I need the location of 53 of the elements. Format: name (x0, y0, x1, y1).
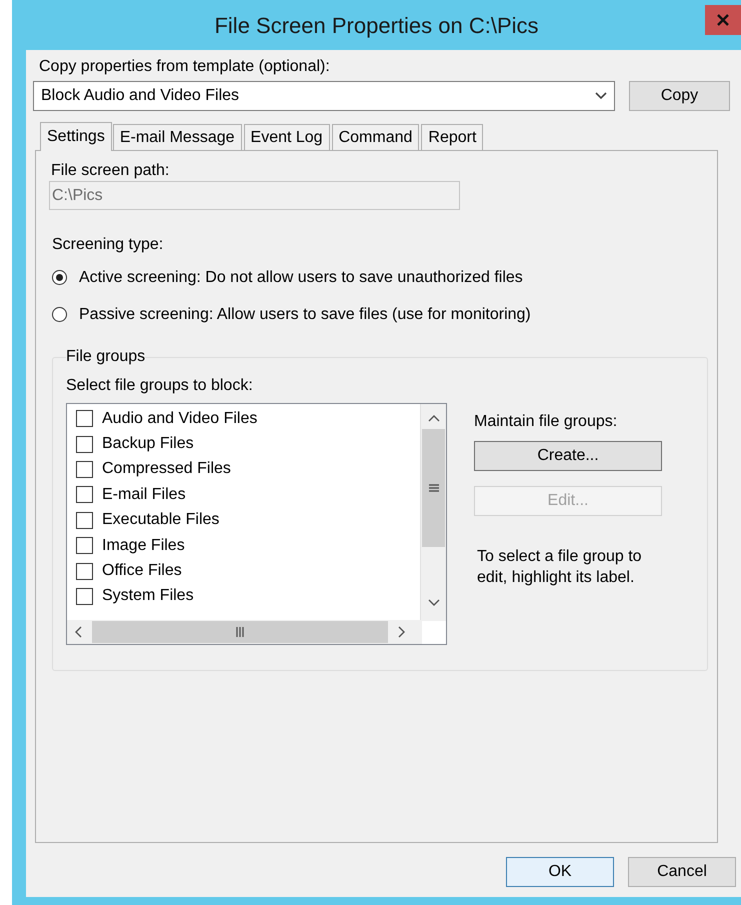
checkbox[interactable] (76, 436, 93, 453)
checkbox[interactable] (76, 410, 93, 428)
close-icon (717, 14, 729, 26)
path-label: File screen path: (51, 161, 170, 181)
scroll-left-icon[interactable] (75, 626, 82, 638)
group-button[interactable]: Create... (474, 441, 662, 471)
list-item-label[interactable]: Executable Files (102, 508, 220, 532)
checkbox[interactable] (76, 460, 93, 478)
tab[interactable]: Report (421, 124, 484, 150)
list-item-label[interactable]: Audio and Video Files (102, 406, 258, 431)
dialog-button[interactable]: Cancel (628, 857, 736, 887)
list-item-label[interactable]: Office Files (102, 559, 182, 584)
checkbox[interactable] (76, 512, 93, 529)
radio-label: Passive screening: Allow users to save files (use for monitoring) (79, 304, 531, 324)
grip-icon (428, 484, 438, 492)
chevron-down-icon (595, 92, 607, 100)
path-field: C:\Pics (49, 181, 460, 210)
list-label: Select file groups to block: (66, 376, 253, 396)
hint-text: To select a file group to edit, highlight its label. (477, 547, 643, 588)
copy-button[interactable]: Copy (629, 81, 730, 111)
radio-label: Active screening: Do not allow users to save unauthorized files (79, 268, 523, 288)
tab[interactable]: E-mail Message (112, 124, 242, 150)
template-dropdown[interactable]: Block Audio and Video Files (33, 81, 615, 111)
screening-label: Screening type: (52, 235, 164, 255)
tab[interactable]: Event Log (244, 124, 330, 150)
list-item-label[interactable]: E-mail Files (102, 482, 186, 507)
scroll-thumb[interactable] (422, 429, 445, 547)
scroll-thumb[interactable] (92, 621, 388, 643)
maintain-label: Maintain file groups: (474, 412, 618, 432)
dialog-button[interactable]: OK (506, 857, 614, 887)
list-item-label[interactable]: System Files (102, 584, 194, 608)
window-title: File Screen Properties on C:\Pics (214, 12, 539, 40)
scroll-right-icon[interactable] (398, 626, 405, 638)
close-button[interactable] (705, 5, 741, 35)
horizontal-scrollbar[interactable] (67, 620, 422, 644)
list-item-label[interactable]: Compressed Files (102, 457, 231, 482)
radio-button[interactable] (52, 307, 67, 322)
radio-button[interactable] (52, 270, 67, 285)
tab[interactable]: Command (332, 124, 420, 150)
list-item-label[interactable]: Image Files (102, 534, 185, 558)
scroll-down-icon[interactable] (428, 599, 440, 606)
checkbox[interactable] (76, 562, 93, 580)
checkbox[interactable] (76, 588, 93, 605)
dropdown-value: Block Audio and Video Files (41, 86, 240, 106)
checkbox[interactable] (76, 537, 93, 554)
vertical-scrollbar[interactable] (420, 404, 446, 621)
template-label: Copy properties from template (optional): (39, 57, 330, 77)
checkbox[interactable] (76, 486, 93, 504)
scroll-up-icon[interactable] (428, 415, 440, 422)
group-legend: File groups (66, 348, 146, 366)
grip-icon (236, 627, 244, 637)
list-item-label[interactable]: Backup Files (102, 432, 194, 456)
tab[interactable]: Settings (40, 122, 112, 151)
